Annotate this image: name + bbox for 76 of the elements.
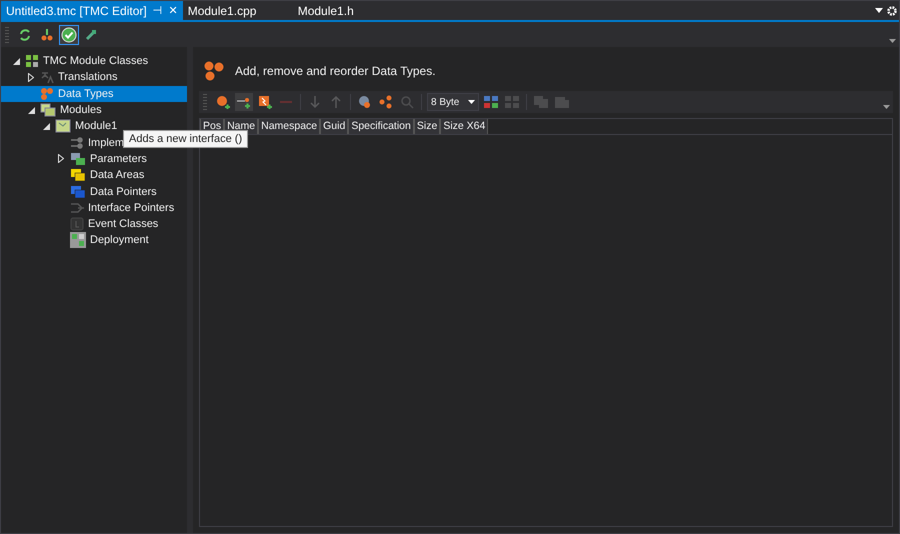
interface-pointers-icon [70, 200, 84, 215]
tree-label: Deployment [90, 234, 149, 246]
deployment-icon [70, 232, 86, 248]
column-header[interactable]: Size [414, 119, 440, 134]
pin-button[interactable]: ⊣ [152, 4, 163, 17]
collapsed-icon[interactable] [28, 72, 34, 82]
tree-label: Parameters [90, 152, 147, 165]
implementation-icon [70, 136, 84, 150]
overflow-icon[interactable] [889, 39, 896, 43]
expanded-icon[interactable] [28, 106, 34, 114]
find-type-icon [358, 95, 372, 109]
column-header[interactable]: Guid [320, 119, 348, 134]
tree-label: Data Areas [90, 169, 144, 182]
expanded-icon[interactable] [12, 58, 20, 65]
tree-label: Event Classes [88, 218, 158, 230]
tree-label: Module1 [75, 120, 118, 132]
modules-icon [40, 103, 56, 118]
tree-item[interactable]: Deployment [1, 232, 187, 249]
overflow-icon[interactable] [883, 105, 890, 109]
tree-label: Translations [58, 71, 118, 84]
event-classes-icon [70, 217, 84, 232]
tree-label: TMC Module Classes [43, 55, 148, 68]
page-heading: Add, remove and reorder Data Types. [235, 64, 436, 78]
toolbar-button[interactable] [235, 93, 253, 111]
up-arrow-icon [330, 95, 342, 109]
expanded-icon[interactable] [42, 122, 50, 130]
tooltip: Adds a new interface () [123, 130, 248, 148]
tree-label: Modules [60, 104, 102, 116]
data-types-icon [40, 86, 54, 101]
settings-icon[interactable] [887, 6, 897, 16]
translate-icon [40, 70, 54, 84]
column-header[interactable]: Size X64 [440, 119, 488, 134]
tree-label: Implem [88, 136, 124, 149]
data-types-icon [379, 95, 393, 109]
down-arrow-icon [309, 95, 321, 109]
column-header[interactable]: Specification [348, 119, 414, 134]
collapsed-icon[interactable] [58, 154, 64, 164]
module-classes-icon [25, 54, 39, 68]
add-type-icon [216, 95, 230, 109]
check-icon [61, 26, 77, 42]
column-header[interactable]: Namespace [258, 119, 320, 134]
tree-item[interactable]: TMC Module Classes [1, 53, 187, 70]
dropdown-value: 8 Byte [431, 96, 460, 108]
close-button[interactable]: ✕ [168, 4, 178, 17]
tree-label: Data Types [58, 88, 114, 100]
document-tab[interactable]: Module1.h [292, 1, 403, 20]
tree-item[interactable]: Event Classes [1, 216, 187, 232]
dropdown-icon[interactable] [875, 8, 883, 13]
plug-icon [84, 28, 98, 42]
layout-icon [483, 95, 499, 109]
caret-icon[interactable] [468, 100, 475, 104]
tree-item[interactable]: Modules [1, 102, 187, 118]
search-icon [400, 95, 414, 109]
tree-item[interactable]: Interface Pointers [1, 200, 187, 216]
tree-item[interactable]: Data Pointers [1, 183, 187, 200]
tree-item[interactable]: Data Areas [1, 167, 187, 184]
data-pointers-icon [70, 184, 86, 199]
layout-icon [504, 95, 520, 109]
copy-icon [533, 95, 549, 109]
tree-item[interactable]: Translations [1, 69, 187, 86]
refresh-icon [18, 28, 32, 42]
parameters-icon [70, 152, 86, 166]
toolbar-button[interactable] [256, 93, 274, 111]
module-icon [55, 119, 71, 134]
tree-item[interactable]: Data Types [1, 86, 187, 102]
paste-icon [554, 95, 570, 109]
data-types-icon [203, 60, 225, 82]
toolbar-button[interactable] [59, 24, 79, 44]
size-dropdown[interactable]: 8 Byte [427, 93, 479, 111]
tree-label: Interface Pointers [88, 202, 174, 214]
document-tab[interactable]: Module1.cpp [182, 1, 293, 20]
data-areas-icon [70, 168, 86, 182]
document-tab[interactable]: Untitled3.tmc [TMC Editor] ⊣ ✕ [1, 1, 183, 20]
tree-item[interactable]: Parameters [1, 150, 187, 168]
add-interface-icon [237, 95, 251, 109]
tree-label: Data Pointers [90, 186, 157, 198]
